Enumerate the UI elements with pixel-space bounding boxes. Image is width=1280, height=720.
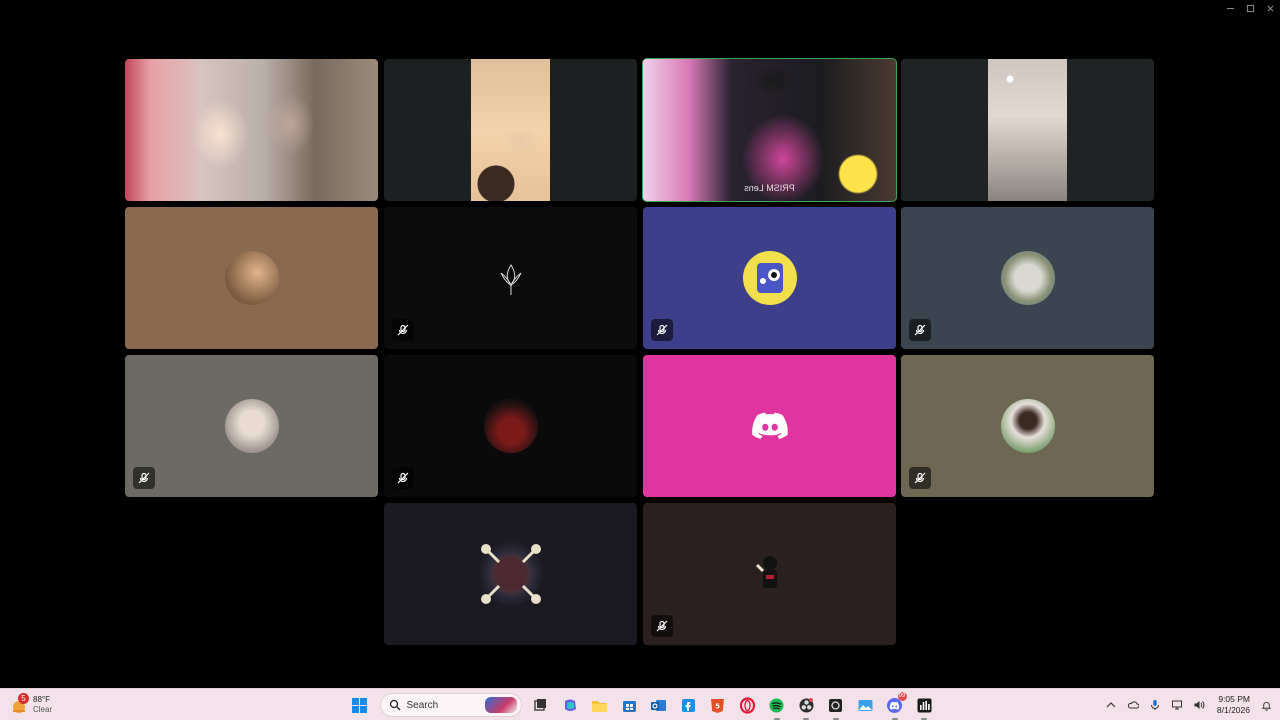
- avatar: [483, 399, 538, 453]
- mute-icon: [909, 319, 931, 341]
- mute-icon: [651, 615, 673, 637]
- participant-4-video[interactable]: [901, 59, 1154, 201]
- avatar: [1000, 251, 1055, 305]
- search-highlight-image: [484, 697, 517, 713]
- chevron-up-icon[interactable]: [1101, 695, 1121, 715]
- video-feed: [471, 59, 550, 201]
- participant-7-avatar[interactable]: [643, 207, 896, 349]
- mute-icon: [392, 319, 414, 341]
- sun-icon: 5: [10, 693, 30, 715]
- avatar: [224, 399, 279, 453]
- weather-badge: 5: [18, 693, 29, 704]
- avatar: [1000, 399, 1055, 453]
- html5-icon[interactable]: 5: [705, 692, 731, 718]
- weather-widget[interactable]: 5 88°F Clear: [10, 692, 52, 718]
- outlook-icon[interactable]: [646, 692, 672, 718]
- camera-app-icon[interactable]: [823, 692, 849, 720]
- participant-13-avatar[interactable]: [384, 503, 637, 645]
- clock-date: 8/1/2026: [1216, 705, 1250, 715]
- mute-icon: [909, 467, 931, 489]
- obs-icon[interactable]: [793, 692, 819, 720]
- avatar: [742, 251, 797, 305]
- video-feed: [988, 59, 1067, 201]
- store-icon[interactable]: [616, 692, 642, 718]
- search-placeholder: Search: [406, 699, 439, 711]
- speaker-icon[interactable]: [1189, 695, 1209, 715]
- participant-5-avatar[interactable]: [125, 207, 378, 349]
- video-feed: [125, 59, 378, 201]
- folder-icon[interactable]: [587, 692, 613, 718]
- search-icon: [389, 699, 400, 711]
- copilot-icon[interactable]: [557, 692, 583, 718]
- start-button[interactable]: [346, 692, 372, 718]
- taskbar-search[interactable]: Search: [379, 693, 522, 717]
- audio-meter-icon[interactable]: [911, 692, 937, 720]
- taskbar-clock[interactable]: 9:05 PM 8/1/2026: [1217, 694, 1250, 716]
- opera-icon[interactable]: [734, 692, 760, 718]
- participant-14-avatar[interactable]: [643, 503, 896, 645]
- avatar: [483, 251, 538, 305]
- avatar: [477, 541, 544, 607]
- svg-text:5: 5: [715, 702, 720, 710]
- system-tray: 9:05 PM 8/1/2026: [1101, 689, 1280, 720]
- onedrive-icon[interactable]: [1123, 695, 1143, 715]
- clock-time: 9:05 PM: [1218, 694, 1250, 704]
- facebook-icon[interactable]: [675, 692, 701, 718]
- participant-10-avatar[interactable]: [384, 355, 637, 497]
- participant-12-avatar[interactable]: [901, 355, 1154, 497]
- taskbar-apps: Search 5 99: [346, 692, 941, 720]
- weather-temp: 88°F: [33, 695, 50, 704]
- mute-icon: [651, 319, 673, 341]
- avatar: [224, 251, 279, 305]
- mute-icon: [133, 467, 155, 489]
- participant-1-video[interactable]: [125, 59, 378, 201]
- participant-6-avatar[interactable]: [384, 207, 637, 349]
- participant-9-avatar[interactable]: [125, 355, 378, 497]
- avatar: [742, 547, 797, 601]
- task-view-icon[interactable]: [528, 692, 554, 718]
- video-feed: [643, 59, 896, 201]
- discord-notification-badge: 99: [897, 692, 907, 701]
- participant-8-avatar[interactable]: [901, 207, 1154, 349]
- discord-logo-icon: [743, 399, 797, 453]
- spotify-icon[interactable]: [764, 692, 790, 720]
- participant-11-discord-default[interactable]: [643, 355, 896, 497]
- microphone-icon[interactable]: [1145, 695, 1165, 715]
- participant-3-video[interactable]: PRISM Lens: [642, 58, 897, 202]
- weather-condition: Clear: [33, 705, 53, 714]
- lens-overlay-text: PRISM Lens: [744, 183, 795, 193]
- participant-2-video[interactable]: [384, 59, 637, 201]
- windows-taskbar: 5 88°F Clear Search 5 99 9:05 PM 8/1/202…: [0, 688, 1280, 720]
- discord-icon[interactable]: 99: [882, 692, 908, 720]
- discord-video-call-window: PRISM Lens 5 88°F Clear Search 5 99 9:05…: [0, 0, 1280, 720]
- photos-icon[interactable]: [852, 692, 878, 718]
- participant-grid: PRISM Lens: [0, 0, 1280, 688]
- network-icon[interactable]: [1167, 695, 1187, 715]
- notification-bell-icon[interactable]: [1258, 695, 1274, 715]
- mute-icon: [392, 467, 414, 489]
